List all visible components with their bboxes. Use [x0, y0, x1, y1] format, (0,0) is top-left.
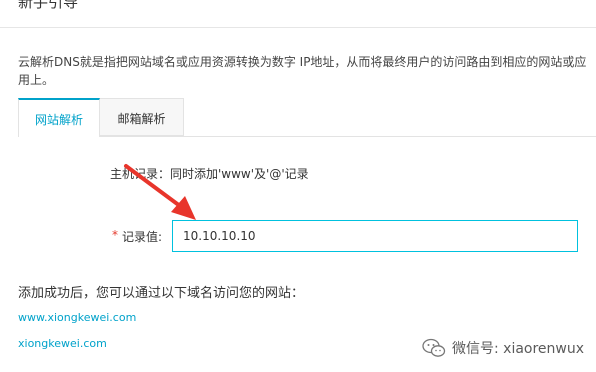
tab-website-resolution[interactable]: 网站解析: [18, 98, 100, 136]
success-hint: 添加成功后，您可以通过以下域名访问您的网站：: [18, 286, 305, 301]
domain-link-www[interactable]: www.xiongkewei.com: [18, 311, 136, 324]
tab-mail-resolution[interactable]: 邮箱解析: [100, 98, 184, 136]
record-value-label: 记录值:: [122, 230, 163, 244]
intro-description: 云解析DNS就是指把网站域名或应用资源转换为数字 IP地址，从而将最终用户的访问…: [18, 55, 587, 87]
record-value-input[interactable]: [172, 220, 578, 252]
required-asterisk: *: [112, 228, 118, 242]
wechat-watermark: 微信号: xiaorenwux: [422, 336, 584, 360]
watermark-text: 微信号: xiaorenwux: [452, 341, 585, 357]
wechat-logo-icon: [422, 338, 446, 357]
title-divider: [0, 27, 596, 28]
host-record-text: 主机记录：同时添加'www'及'@'记录: [110, 167, 309, 181]
page-title: 新手引导: [18, 0, 79, 11]
domain-link-root[interactable]: xiongkewei.com: [18, 337, 107, 350]
tabs-divider: [18, 136, 596, 137]
